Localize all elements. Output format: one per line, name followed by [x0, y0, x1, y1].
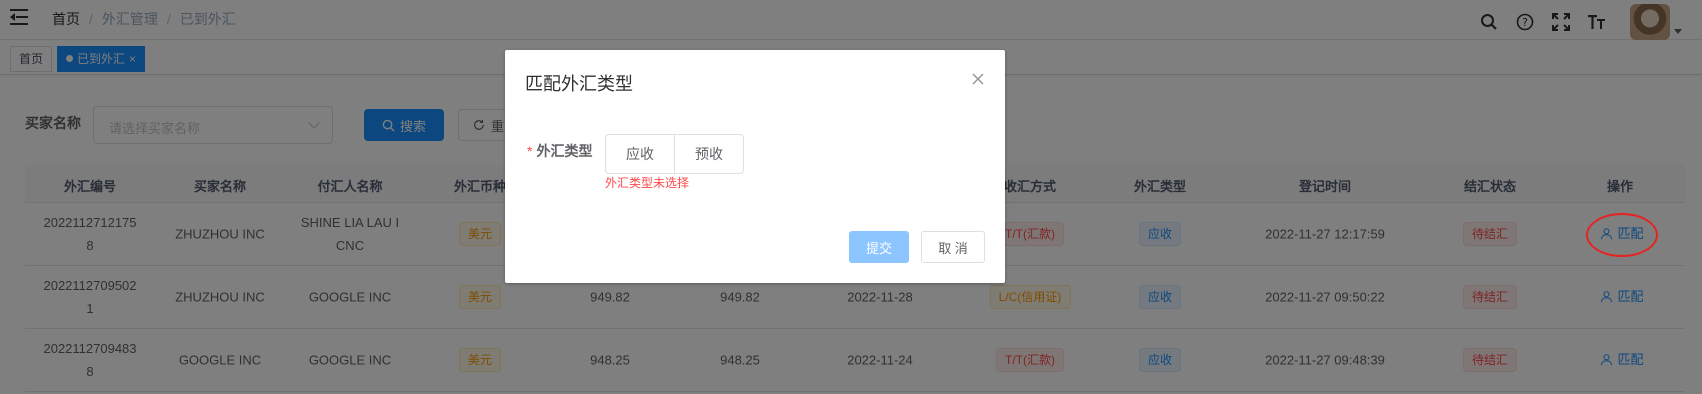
match-forex-type-dialog: 匹配外汇类型 * 外汇类型 应收 预收 外汇类型未选择 提交 取 消 — [505, 50, 1005, 283]
radio-advance-receipt[interactable]: 预收 — [675, 134, 744, 174]
submit-button[interactable]: 提交 — [849, 231, 909, 263]
required-mark: * — [527, 143, 533, 159]
cancel-button[interactable]: 取 消 — [921, 231, 985, 263]
forex-type-radio-group: 应收 预收 — [605, 134, 744, 174]
dialog-title: 匹配外汇类型 — [525, 74, 633, 94]
validation-error: 外汇类型未选择 — [605, 176, 690, 190]
annotation-circle — [1586, 213, 1658, 257]
close-icon[interactable] — [971, 72, 985, 86]
forex-type-label-text: 外汇类型 — [536, 143, 593, 159]
forex-type-label: * 外汇类型 — [527, 141, 592, 161]
radio-receivable[interactable]: 应收 — [605, 134, 675, 174]
